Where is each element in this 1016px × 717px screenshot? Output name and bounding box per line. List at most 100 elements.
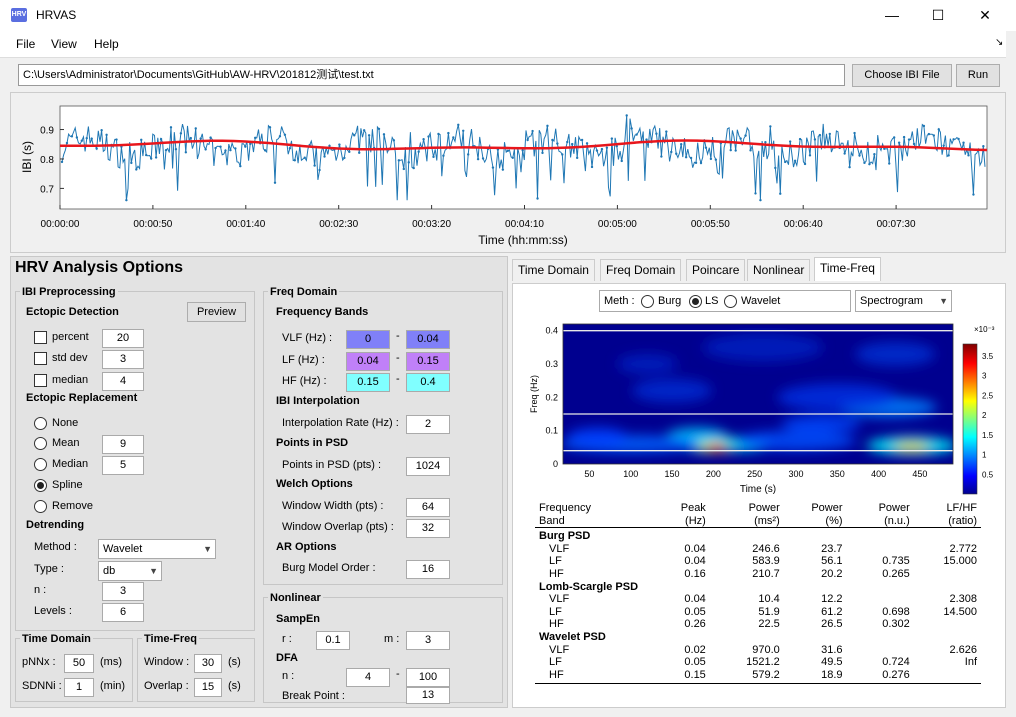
percent-input[interactable]: 20 [102,329,144,348]
lf-label: LF (Hz) : [282,354,325,366]
spectrogram-ytick-label: 0.3 [545,359,558,369]
table-row: LF 0.04 583.9 56.1 0.735 15.000 [535,555,981,568]
table-cell [914,618,981,631]
method-burg-radio[interactable] [641,295,654,308]
minimize-button[interactable]: — [869,0,915,31]
percent-checkbox[interactable] [34,331,47,344]
ibi-plot-panel: 0.9 0.8 0.7 00:00:00 00:00:50 00:01:40 00:02:… [10,92,1006,253]
choose-ibi-file-button[interactable]: Choose IBI File [852,64,952,87]
nonlinear-title: Nonlinear [268,592,323,604]
display-type-select[interactable]: Spectrogram ▼ [855,290,952,312]
replace-none-radio[interactable] [34,417,47,430]
table-cell [914,669,981,682]
method-select[interactable]: Wavelet ▼ [98,539,216,559]
table-header: (%) [825,514,843,527]
sdnni-unit: (min) [100,680,126,692]
pnnx-input[interactable]: 50 [64,654,94,673]
menu-view[interactable]: View [51,37,77,51]
spectrogram-xtick-label: 400 [871,469,886,479]
vlf-low-input[interactable]: 0 [346,330,390,349]
table-row: VLF 0.02 970.0 31.6 2.626 [535,644,981,657]
stddev-checkbox[interactable] [34,352,47,365]
method-wavelet-radio[interactable] [724,295,737,308]
run-button[interactable]: Run [956,64,1000,87]
colorbar-tick-label: 1.5 [982,431,994,440]
lf-low-input[interactable]: 0.04 [346,352,390,371]
overlap-input[interactable]: 15 [194,678,222,697]
table-cell: LF [549,555,562,568]
ibi-xtick-label: 00:00:00 [41,219,80,230]
table-cell: 2.308 [949,593,977,606]
file-path-field[interactable]: C:\Users\Administrator\Documents\GitHub\… [18,64,845,86]
ibi-preprocessing-group: IBI Preprocessing Ectopic Detection Prev… [15,286,255,631]
vlf-high-input[interactable]: 0.04 [406,330,450,349]
ar-options-label: AR Options [276,541,337,553]
ibi-ytick-label: 0.9 [40,126,54,137]
points-psd-input[interactable]: 1024 [406,457,450,476]
spectrogram-xlabel: Time (s) [740,484,776,495]
maximize-button[interactable]: ☐ [915,0,961,31]
window-width-input[interactable]: 64 [406,498,450,517]
m-label: m : [384,633,400,645]
close-button[interactable]: ✕ [962,0,1008,31]
replace-spline-radio[interactable] [34,479,47,492]
tab-nonlinear[interactable]: Nonlinear [747,259,811,281]
ibi-xtick-label: 00:02:30 [319,219,358,230]
tab-time-domain[interactable]: Time Domain [512,259,595,281]
preview-button[interactable]: Preview [187,302,246,322]
hf-low-input[interactable]: 0.15 [346,373,390,392]
table-header: (ms²) [754,514,780,527]
replace-mean-input[interactable]: 9 [102,435,144,454]
replace-spline-label: Spline [52,479,83,491]
table-section-row: Wavelet PSD [535,631,981,644]
median-input[interactable]: 4 [102,372,144,391]
method-ls-radio[interactable] [689,295,702,308]
dfa-n-high-input[interactable]: 100 [406,668,450,687]
dfa-n-low-input[interactable]: 4 [346,668,390,687]
table-row: LF 0.05 51.9 61.2 0.698 14.500 [535,606,981,619]
replace-median-radio[interactable] [34,458,47,471]
ibi-ylabel: IBI (s) [20,141,34,173]
table-header: LF/HF [946,502,977,514]
app-icon: HRV [11,8,27,22]
tab-freq-domain[interactable]: Freq Domain [600,259,682,281]
menu-file[interactable]: File [16,37,35,51]
vlf-label: VLF (Hz) : [282,332,333,344]
r-input[interactable]: 0.1 [316,631,350,650]
burg-order-input[interactable]: 16 [406,560,450,579]
hrv-options-panel: HRV Analysis Options IBI Preprocessing E… [10,256,508,708]
tab-time-freq[interactable]: Time-Freq [814,257,881,281]
stddev-input[interactable]: 3 [102,350,144,369]
spectrogram-xtick-label: 350 [830,469,845,479]
replace-median-input[interactable]: 5 [102,456,144,475]
hf-label: HF (Hz) : [282,375,327,387]
breakpoint-input[interactable]: 13 [406,687,450,704]
m-input[interactable]: 3 [406,631,450,650]
hf-high-input[interactable]: 0.4 [406,373,450,392]
colorbar-exponent: ×10⁻³ [974,325,995,334]
levels-input[interactable]: 6 [102,603,144,622]
menu-help[interactable]: Help [94,37,119,51]
table-cell: 0.26 [684,618,706,631]
table-header: (ratio) [948,514,977,527]
window-input[interactable]: 30 [194,654,222,673]
tab-poincare[interactable]: Poincare [686,259,746,281]
table-cell [847,593,914,606]
window-overlap-input[interactable]: 32 [406,519,450,538]
table-cell: 31.6 [821,643,843,656]
points-psd-label: Points in PSD [276,437,349,449]
median-checkbox[interactable] [34,374,47,387]
table-section-row: Burg PSD [535,528,981,543]
interp-rate-input[interactable]: 2 [406,415,450,434]
table-section-row: Lomb-Scargle PSD [535,581,981,594]
type-select[interactable]: db ▼ [98,561,162,581]
breakpoint-label: Break Point : [282,690,345,702]
lf-high-input[interactable]: 0.15 [406,352,450,371]
table-cell: 0.05 [684,656,706,669]
n-input[interactable]: 3 [102,582,144,601]
replace-remove-radio[interactable] [34,500,47,513]
replace-mean-radio[interactable] [34,437,47,450]
spectrogram-ytick-label: 0.1 [545,426,558,436]
table-cell: VLF [549,542,570,555]
sdnni-input[interactable]: 1 [64,678,94,697]
